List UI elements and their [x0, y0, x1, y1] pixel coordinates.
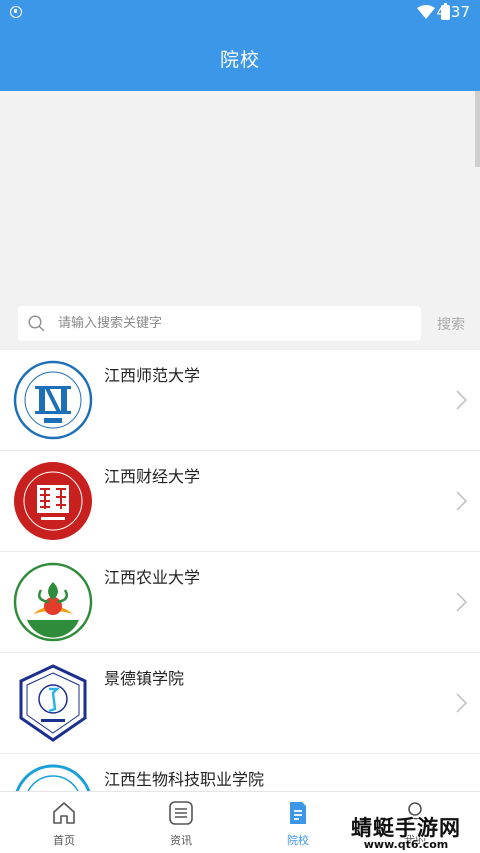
school-logo-icon: [14, 462, 92, 540]
school-list-item[interactable]: 江西财经大学: [0, 451, 480, 552]
search-button[interactable]: 搜索: [437, 314, 465, 334]
app-header: 院校: [0, 25, 480, 91]
status-time: 4:37: [436, 3, 470, 21]
home-icon: [53, 802, 75, 824]
shield-icon: [10, 6, 22, 18]
watermark: 蜻蜓手游网 www.qt6.com: [336, 812, 476, 852]
search-row: 搜索: [0, 301, 480, 349]
tab-home[interactable]: 首页: [4, 792, 124, 853]
school-logo-icon: [19, 664, 87, 742]
school-list: 江西师范大学 江西财经大学 江西农业大学 景德镇学院 江西生物科技职业学院: [0, 350, 480, 791]
chevron-right-icon: [456, 693, 468, 713]
school-logo-icon: [13, 562, 93, 642]
status-bar: 4:37: [0, 0, 480, 25]
school-name: 江西财经大学: [104, 467, 201, 486]
school-logo-icon: [15, 764, 91, 791]
wifi-icon: [417, 5, 435, 19]
watermark-url: www.qt6.com: [363, 838, 449, 851]
tab-news[interactable]: 资讯: [121, 792, 241, 853]
tab-label: 资讯: [170, 834, 192, 847]
school-list-item[interactable]: 江西农业大学: [0, 552, 480, 653]
search-input[interactable]: [58, 306, 408, 341]
scrollbar-thumb[interactable]: [475, 91, 480, 167]
tab-label: 首页: [53, 834, 75, 847]
school-name: 景德镇学院: [104, 669, 185, 688]
chevron-right-icon: [456, 592, 468, 612]
news-icon: [169, 801, 193, 825]
school-logo-icon: [13, 360, 93, 440]
school-list-item[interactable]: 江西师范大学: [0, 350, 480, 451]
search-icon: [28, 315, 45, 332]
school-name: 江西师范大学: [104, 366, 201, 385]
school-icon: [290, 802, 306, 824]
school-list-item[interactable]: 景德镇学院: [0, 653, 480, 754]
chevron-right-icon: [456, 390, 468, 410]
page-title: 院校: [219, 49, 260, 71]
search-box[interactable]: [18, 306, 421, 341]
chevron-right-icon: [456, 491, 468, 511]
school-name: 江西生物科技职业学院: [104, 770, 265, 789]
school-list-item[interactable]: 江西生物科技职业学院: [0, 754, 480, 791]
banner-area: [0, 91, 480, 301]
school-name: 江西农业大学: [104, 568, 201, 587]
